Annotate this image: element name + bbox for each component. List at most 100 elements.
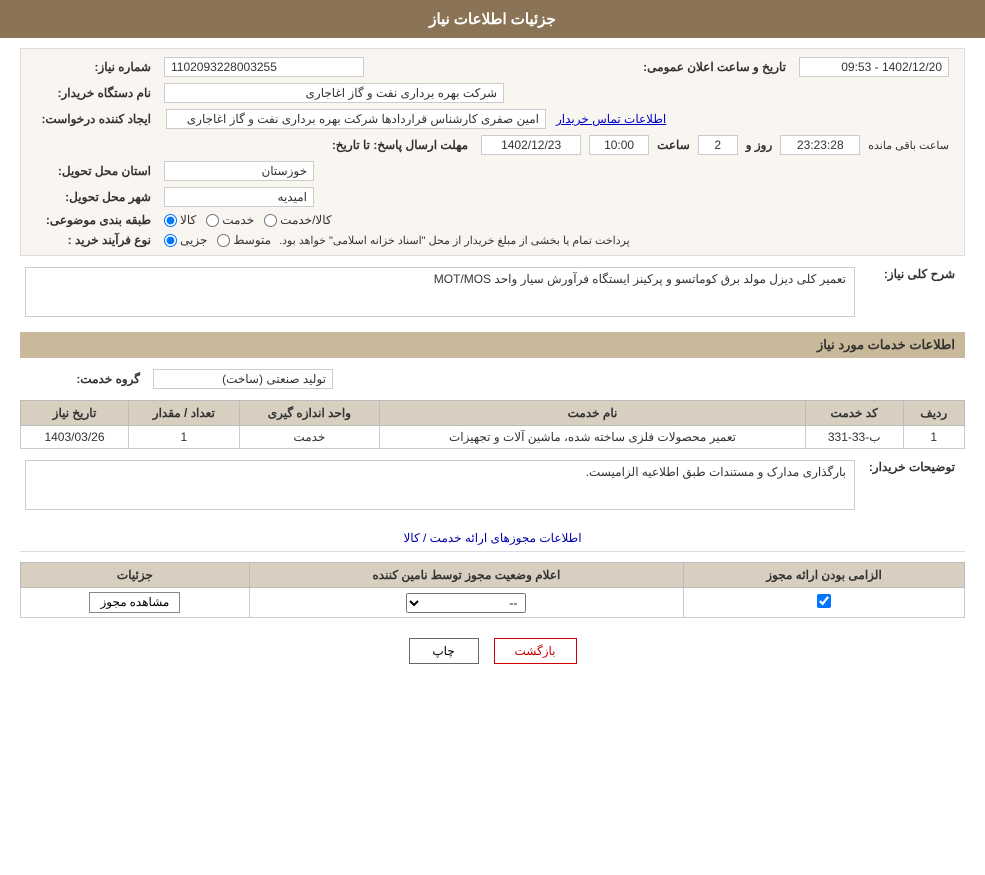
col-name: نام خدمت — [380, 401, 806, 426]
permit-table-head: الزامی بودن ارائه مجوز اعلام وضعیت مجوز … — [21, 563, 965, 588]
services-table-head: ردیف کد خدمت نام خدمت واحد اندازه گیری ت… — [21, 401, 965, 426]
page-header: جزئیات اطلاعات نیاز — [0, 0, 985, 38]
col-qty: تعداد / مقدار — [128, 401, 239, 426]
permit-table-wrapper: الزامی بودن ارائه مجوز اعلام وضعیت مجوز … — [20, 562, 965, 618]
desc-row: شرح کلی نیاز: تعمیر کلی دیزل مولد برق کو… — [20, 264, 965, 320]
need-number-group: 1102093228003255 شماره نیاز: — [36, 57, 364, 77]
date-value: 1402/12/23 — [481, 135, 581, 155]
row-creator: اطلاعات تماس خریدار امین صفری کارشناس قر… — [31, 106, 954, 132]
col-unit: واحد اندازه گیری — [239, 401, 379, 426]
cell-unit: خدمت — [239, 426, 379, 449]
cell-row-num: 1 — [903, 426, 965, 449]
top-section: 1402/12/20 - 09:53 تاریخ و ساعت اعلان عم… — [20, 48, 965, 256]
permit-details-cell: مشاهده مجوز — [21, 588, 250, 618]
announce-value: 1402/12/20 - 09:53 — [799, 57, 949, 77]
table-row: 1 ب-33-331 تعمیر محصولات فلزی ساخته شده،… — [21, 426, 965, 449]
motaset-label: متوسط — [233, 233, 271, 247]
contact-link[interactable]: اطلاعات تماس خریدار — [556, 112, 666, 126]
province-group: خوزستان استان محل تحویل: — [36, 161, 314, 181]
buyer-label: نام دستگاه خریدار: — [36, 86, 156, 100]
buyer-desc-value: بارگذاری مدارک و مستندات طبق اطلاعیه الز… — [25, 460, 855, 510]
view-permit-button[interactable]: مشاهده مجوز — [89, 592, 180, 613]
services-table: ردیف کد خدمت نام خدمت واحد اندازه گیری ت… — [20, 400, 965, 449]
time-label: ساعت — [657, 138, 690, 152]
need-number-value: 1102093228003255 — [164, 57, 364, 77]
creator-label: ایجاد کننده درخواست: — [36, 112, 156, 126]
permit-table: الزامی بودن ارائه مجوز اعلام وضعیت مجوز … — [20, 562, 965, 618]
radio-kala-input[interactable] — [164, 214, 177, 227]
buyer-group: شرکت بهره برداری نفت و گاز اغاجاری نام د… — [36, 83, 504, 103]
cell-qty: 1 — [128, 426, 239, 449]
purchase-label: نوع فرآیند خرید : — [36, 233, 156, 247]
khedmat-label: خدمت — [222, 213, 254, 227]
service-group-group: تولید صنعتی (ساخت) گروه خدمت: — [25, 369, 333, 389]
city-group: امیدیه شهر محل تحویل: — [36, 187, 314, 207]
permit-status-cell: -- — [249, 588, 683, 618]
buyer-value: شرکت بهره برداری نفت و گاز اغاجاری — [164, 83, 504, 103]
category-label: طبقه بندی موضوعی: — [36, 213, 156, 227]
permit-col-details: جزئیات — [21, 563, 250, 588]
announce-label: تاریخ و ساعت اعلان عمومی: — [643, 60, 791, 74]
services-table-section: ردیف کد خدمت نام خدمت واحد اندازه گیری ت… — [20, 400, 965, 449]
need-number-label: شماره نیاز: — [36, 60, 156, 74]
services-header-row: ردیف کد خدمت نام خدمت واحد اندازه گیری ت… — [21, 401, 965, 426]
radio-jozi[interactable]: جزیی — [164, 233, 207, 247]
city-label: شهر محل تحویل: — [36, 190, 156, 204]
announce-group: 1402/12/20 - 09:53 تاریخ و ساعت اعلان عم… — [643, 57, 949, 77]
purchase-radios: متوسط جزیی — [164, 233, 271, 247]
purchase-note: پرداخت تمام یا بخشی از مبلغ خریدار از مح… — [279, 234, 630, 247]
permit-required-checkbox[interactable] — [817, 594, 831, 608]
deadline-label: مهلت ارسال پاسخ: تا تاریخ: — [332, 138, 473, 152]
creator-value: امین صفری کارشناس قراردادها شرکت بهره بر… — [166, 109, 546, 129]
category-radios: کالا/خدمت خدمت کالا — [164, 213, 332, 227]
service-group-label: گروه خدمت: — [25, 372, 145, 386]
radio-kala-khedmat[interactable]: کالا/خدمت — [264, 213, 331, 227]
page-title: جزئیات اطلاعات نیاز — [429, 11, 556, 28]
radio-motaset-input[interactable] — [217, 234, 230, 247]
cell-date: 1403/03/26 — [21, 426, 129, 449]
permit-section: اطلاعات مجوزهای ارائه خدمت / کالا الزامی… — [20, 525, 965, 618]
radio-khedmat-input[interactable] — [206, 214, 219, 227]
buyer-desc-row: توضیحات خریدار: بارگذاری مدارک و مستندات… — [20, 457, 965, 513]
time-value: 10:00 — [589, 135, 649, 155]
city-value: امیدیه — [164, 187, 314, 207]
radio-motaset[interactable]: متوسط — [217, 233, 271, 247]
row-category: کالا/خدمت خدمت کالا طبقه بندی موضوعی: — [31, 210, 954, 230]
col-row: ردیف — [903, 401, 965, 426]
remaining-value: 23:23:28 — [780, 135, 860, 155]
radio-jozi-input[interactable] — [164, 234, 177, 247]
cell-code: ب-33-331 — [805, 426, 903, 449]
back-button[interactable]: بازگشت — [494, 638, 577, 664]
desc-label: شرح کلی نیاز: — [860, 267, 960, 281]
row-province: خوزستان استان محل تحویل: — [31, 158, 954, 184]
button-bar: بازگشت چاپ — [20, 638, 965, 684]
kala-khedmat-label: کالا/خدمت — [280, 213, 331, 227]
main-content: 1402/12/20 - 09:53 تاریخ و ساعت اعلان عم… — [0, 38, 985, 694]
permit-col-required: الزامی بودن ارائه مجوز — [684, 563, 965, 588]
province-label: استان محل تحویل: — [36, 164, 156, 178]
description-section: شرح کلی نیاز: تعمیر کلی دیزل مولد برق کو… — [20, 264, 965, 320]
row-purchase: پرداخت تمام یا بخشی از مبلغ خریدار از مح… — [31, 230, 954, 250]
buyer-desc-label: توضیحات خریدار: — [860, 460, 960, 474]
permit-required-cell — [684, 588, 965, 618]
row-service-group: تولید صنعتی (ساخت) گروه خدمت: — [20, 366, 965, 392]
radio-kala-khedmat-input[interactable] — [264, 214, 277, 227]
col-code: کد خدمت — [805, 401, 903, 426]
cell-name: تعمیر محصولات فلزی ساخته شده، ماشین آلات… — [380, 426, 806, 449]
kala-label: کالا — [180, 213, 196, 227]
permit-title[interactable]: اطلاعات مجوزهای ارائه خدمت / کالا — [20, 525, 965, 552]
province-value: خوزستان — [164, 161, 314, 181]
permit-status-select[interactable]: -- — [406, 593, 526, 613]
remaining-group: ساعت باقی مانده 23:23:28 روز و 2 ساعت 10… — [332, 135, 949, 155]
row-need-announce: 1402/12/20 - 09:53 تاریخ و ساعت اعلان عم… — [31, 54, 954, 80]
radio-khedmat[interactable]: خدمت — [206, 213, 254, 227]
category-group: کالا/خدمت خدمت کالا طبقه بندی موضوعی: — [36, 213, 332, 227]
radio-kala[interactable]: کالا — [164, 213, 196, 227]
days-label: روز و — [746, 138, 773, 152]
services-table-body: 1 ب-33-331 تعمیر محصولات فلزی ساخته شده،… — [21, 426, 965, 449]
page-wrapper: جزئیات اطلاعات نیاز 1402/12/20 - 09:53 ت… — [0, 0, 985, 875]
remaining-label: ساعت باقی مانده — [868, 139, 949, 152]
print-button[interactable]: چاپ — [409, 638, 479, 664]
services-title: اطلاعات خدمات مورد نیاز — [20, 332, 965, 358]
permit-col-status: اعلام وضعیت مجوز توسط نامین کننده — [249, 563, 683, 588]
